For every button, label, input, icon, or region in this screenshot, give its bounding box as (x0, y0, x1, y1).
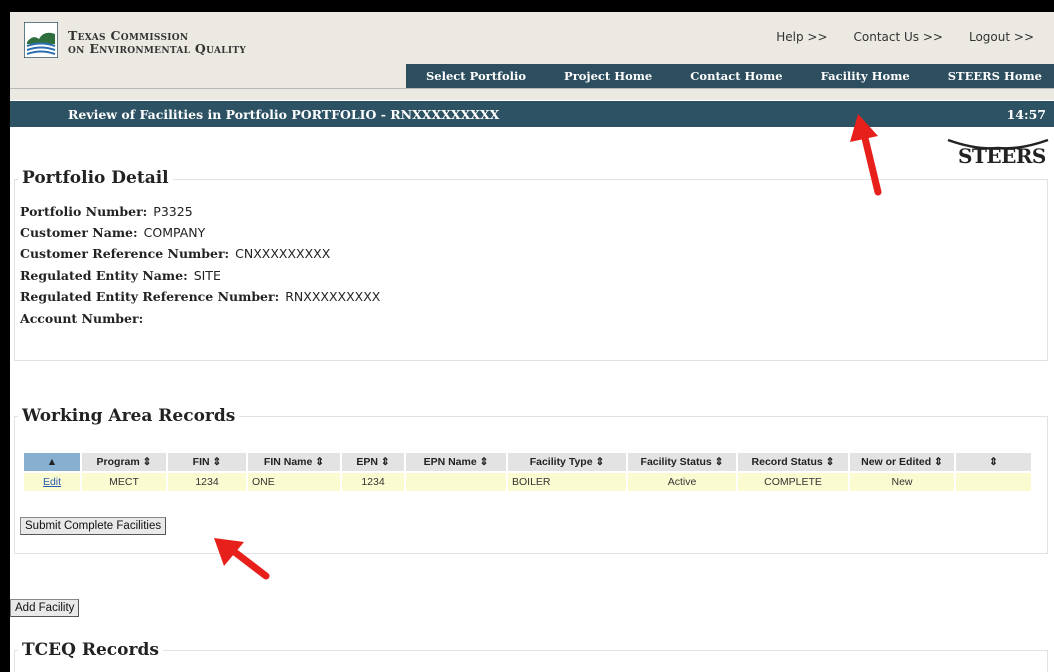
contact-us-link[interactable]: Contact Us >> (854, 30, 943, 44)
annotation-arrow-left-icon (214, 538, 270, 580)
help-link[interactable]: Help >> (776, 30, 827, 44)
tceq-records-section (14, 650, 1048, 672)
regulated-entity-reference-row: Regulated Entity Reference Number: RNXXXX… (20, 289, 380, 304)
steers-wordmark: STEERS (958, 144, 1046, 168)
field-label: Account Number: (20, 311, 144, 326)
org-name: Texas Commission on Environmental Qualit… (68, 29, 246, 55)
record-status-cell: COMPLETE (738, 473, 848, 491)
edit-cell: Edit (24, 473, 80, 491)
field-label: Customer Reference Number: (20, 246, 230, 261)
column-header-record-status[interactable]: Record Status ⇕ (738, 453, 848, 471)
tceq-records-heading: TCEQ Records (18, 640, 163, 660)
customer-name-row: Customer Name: COMPANY (20, 225, 205, 240)
column-header-epn[interactable]: EPN ⇕ (342, 453, 404, 471)
extra-cell (956, 473, 1031, 491)
tceq-logo-icon (23, 21, 59, 59)
session-clock: 14:57 (1006, 107, 1046, 122)
annotation-arrow-up-icon (850, 114, 882, 196)
column-header-new-or-edited[interactable]: New or Edited ⇕ (850, 453, 954, 471)
nav-steers-home[interactable]: STEERS Home (948, 69, 1042, 83)
column-header-fin-name[interactable]: FIN Name ⇕ (248, 453, 340, 471)
nav-project-home[interactable]: Project Home (564, 69, 652, 83)
portfolio-detail-heading: Portfolio Detail (18, 168, 173, 188)
page-title-bar: Review of Facilities in Portfolio PORTFO… (10, 101, 1054, 127)
main-nav: Select Portfolio Project Home Contact Ho… (406, 64, 1054, 88)
column-header-fin[interactable]: FIN ⇕ (168, 453, 246, 471)
fin-name-cell: ONE (248, 473, 340, 491)
nav-contact-home[interactable]: Contact Home (690, 69, 782, 83)
page-title: Review of Facilities in Portfolio PORTFO… (68, 107, 500, 122)
regulated-entity-name-row: Regulated Entity Name: SITE (20, 268, 221, 283)
account-number-row: Account Number: (20, 311, 149, 326)
field-label: Portfolio Number: (20, 204, 148, 219)
column-header-epn-name[interactable]: EPN Name ⇕ (406, 453, 506, 471)
page: Texas Commission on Environmental Qualit… (10, 12, 1054, 672)
org-name-line2: on Environmental Quality (68, 41, 247, 56)
divider (10, 88, 1054, 89)
field-label: Regulated Entity Reference Number: (20, 289, 280, 304)
column-header-select[interactable]: ▲ (24, 453, 80, 471)
field-label: Regulated Entity Name: (20, 268, 188, 283)
new-or-edited-cell: New (850, 473, 954, 491)
fin-cell: 1234 (168, 473, 246, 491)
field-value: COMPANY (143, 225, 206, 240)
working-area-table: ▲ Program ⇕ FIN ⇕ FIN Name ⇕ EPN ⇕ EPN N… (22, 451, 1033, 493)
nav-select-portfolio[interactable]: Select Portfolio (426, 69, 526, 83)
submit-complete-facilities-button[interactable]: Submit Complete Facilities (20, 517, 167, 535)
field-value: SITE (193, 268, 221, 283)
column-header-facility-status[interactable]: Facility Status ⇕ (628, 453, 736, 471)
epn-cell: 1234 (342, 473, 404, 491)
facility-type-cell: BOILER (508, 473, 626, 491)
field-label: Customer Name: (20, 225, 138, 240)
table-row: Edit MECT 1234 ONE 1234 BOILER Active CO… (24, 473, 1031, 491)
field-value: CNXXXXXXXXX (235, 246, 331, 261)
column-header-program[interactable]: Program ⇕ (82, 453, 166, 471)
field-value: P3325 (153, 204, 193, 219)
add-facility-button[interactable]: Add Facility (10, 599, 80, 617)
customer-reference-row: Customer Reference Number: CNXXXXXXXXX (20, 246, 330, 261)
logout-link[interactable]: Logout >> (969, 30, 1034, 44)
facility-status-cell: Active (628, 473, 736, 491)
portfolio-number-row: Portfolio Number: P3325 (20, 204, 193, 219)
field-value: RNXXXXXXXXX (285, 289, 381, 304)
utility-links: Help >> Contact Us >> Logout >> (776, 30, 1034, 44)
steers-logo: STEERS (946, 138, 1050, 168)
program-cell: MECT (82, 473, 166, 491)
edit-link[interactable]: Edit (43, 476, 61, 488)
working-area-heading: Working Area Records (18, 406, 240, 426)
top-header: Texas Commission on Environmental Qualit… (10, 12, 1054, 100)
column-header-extra[interactable]: ⇕ (956, 453, 1031, 471)
epn-name-cell (406, 473, 506, 491)
table-header-row: ▲ Program ⇕ FIN ⇕ FIN Name ⇕ EPN ⇕ EPN N… (24, 453, 1031, 471)
nav-facility-home[interactable]: Facility Home (821, 69, 910, 83)
column-header-facility-type[interactable]: Facility Type ⇕ (508, 453, 626, 471)
